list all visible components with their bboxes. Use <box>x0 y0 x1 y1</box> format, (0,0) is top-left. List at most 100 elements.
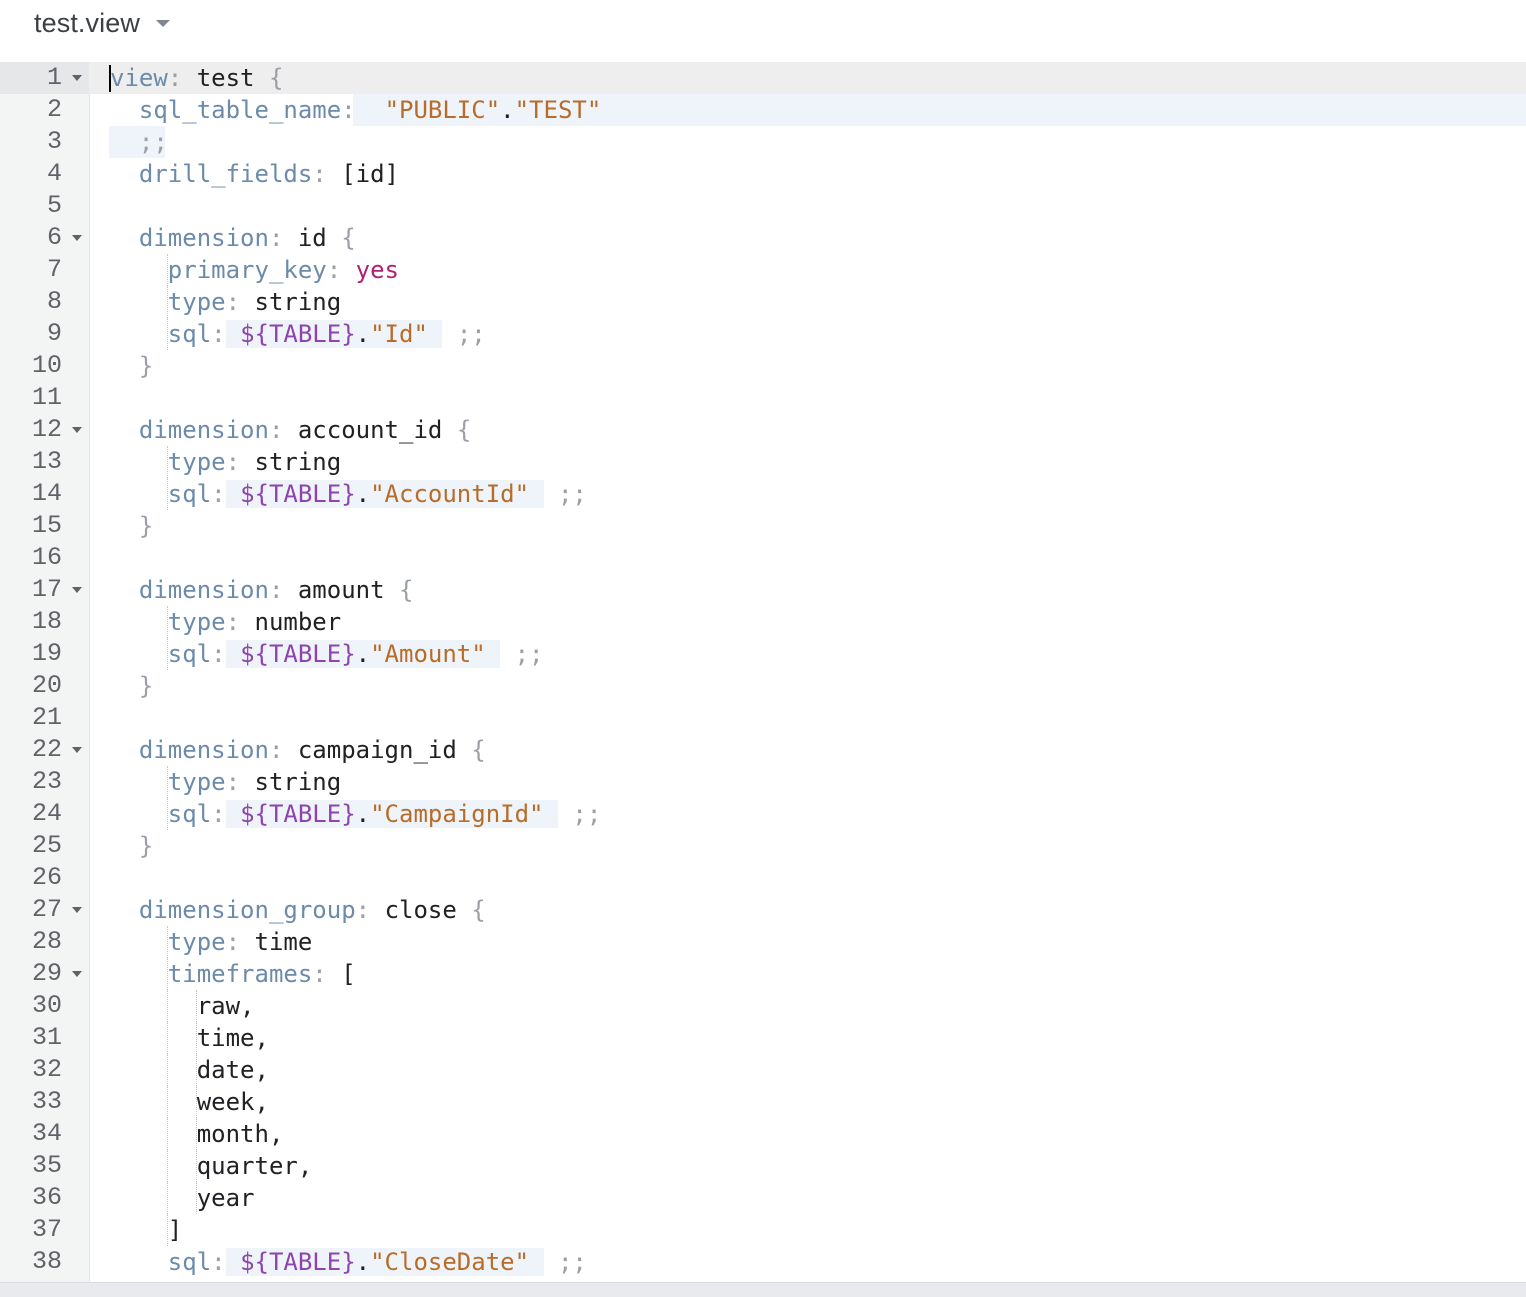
code-line[interactable]: 24 sql: ${TABLE}."CampaignId" ;; <box>0 798 1526 830</box>
code-token: . <box>355 320 371 348</box>
caret-down-icon[interactable] <box>155 19 170 27</box>
code-line[interactable]: 25 } <box>0 830 1526 862</box>
code-text[interactable]: ] <box>110 1214 182 1246</box>
code-text[interactable]: sql: ${TABLE}."Id" ;; <box>110 318 486 350</box>
code-text[interactable]: time, <box>110 1022 269 1054</box>
line-number: 5 <box>46 191 62 220</box>
code-text[interactable]: } <box>110 830 153 862</box>
code-token <box>225 320 241 348</box>
fold-toggle-icon[interactable] <box>72 587 82 593</box>
code-line[interactable]: 5 <box>0 190 1526 222</box>
code-line[interactable]: 7 primary_key: yes <box>0 254 1526 286</box>
code-text[interactable]: timeframes: [ <box>110 958 356 990</box>
code-text[interactable]: quarter, <box>110 1150 313 1182</box>
code-text[interactable]: dimension_group: close { <box>110 894 486 926</box>
code-text[interactable]: view: test { <box>110 62 283 94</box>
line-number: 37 <box>31 1215 62 1244</box>
code-line[interactable]: 37 ] <box>0 1214 1526 1246</box>
code-text[interactable]: raw, <box>110 990 255 1022</box>
code-line[interactable]: 20 } <box>0 670 1526 702</box>
code-line[interactable]: 36 year <box>0 1182 1526 1214</box>
fold-toggle-icon[interactable] <box>72 971 82 977</box>
code-text[interactable]: dimension: amount { <box>110 574 414 606</box>
editor-header: test.view <box>0 0 1526 62</box>
code-text[interactable]: sql: ${TABLE}."CampaignId" ;; <box>110 798 601 830</box>
code-text[interactable]: sql_table_name: "PUBLIC"."TEST" <box>110 94 601 126</box>
code-text[interactable]: sql: ${TABLE}."Amount" ;; <box>110 638 544 670</box>
code-text[interactable]: dimension: account_id { <box>110 414 471 446</box>
code-text[interactable]: } <box>110 670 153 702</box>
code-text[interactable]: type: time <box>110 926 313 958</box>
code-line[interactable]: 14 sql: ${TABLE}."AccountId" ;; <box>0 478 1526 510</box>
code-line[interactable]: 35 quarter, <box>0 1150 1526 1182</box>
code-line[interactable]: 26 <box>0 862 1526 894</box>
code-text[interactable]: } <box>110 510 153 542</box>
horizontal-scrollbar[interactable] <box>0 1282 1526 1297</box>
code-line[interactable]: 15 } <box>0 510 1526 542</box>
code-token: month, <box>110 1120 284 1148</box>
code-text[interactable]: dimension: campaign_id { <box>110 734 486 766</box>
line-number: 15 <box>31 511 62 540</box>
code-line[interactable]: 13 type: string <box>0 446 1526 478</box>
code-text[interactable]: type: string <box>110 446 341 478</box>
code-token: sql <box>167 320 212 348</box>
code-text[interactable]: sql: ${TABLE}."AccountId" ;; <box>110 478 587 510</box>
code-line[interactable]: 11 <box>0 382 1526 414</box>
fold-toggle-icon[interactable] <box>72 235 82 241</box>
code-line[interactable]: 16 <box>0 542 1526 574</box>
code-line[interactable]: 4 drill_fields: [id] <box>0 158 1526 190</box>
code-text[interactable]: type: string <box>110 766 341 798</box>
code-token: : <box>225 448 255 476</box>
code-editor[interactable]: 1 view: test {2 sql_table_name: "PUBLIC".… <box>0 62 1526 1282</box>
code-text[interactable]: drill_fields: [id] <box>110 158 399 190</box>
code-text[interactable]: sql: ${TABLE}."CloseDate" ;; <box>110 1246 587 1278</box>
fold-toggle-icon[interactable] <box>72 427 82 433</box>
code-line[interactable]: 9 sql: ${TABLE}."Id" ;; <box>0 318 1526 350</box>
fold-toggle-icon[interactable] <box>72 907 82 913</box>
code-token: [ <box>341 960 356 988</box>
code-line[interactable]: 22 dimension: campaign_id { <box>0 734 1526 766</box>
code-line[interactable]: 8 type: string <box>0 286 1526 318</box>
line-number: 22 <box>31 735 62 764</box>
code-line[interactable]: 10 } <box>0 350 1526 382</box>
fold-toggle-icon[interactable] <box>72 747 82 753</box>
code-line[interactable]: 23 type: string <box>0 766 1526 798</box>
code-line[interactable]: 3 ;; <box>0 126 1526 158</box>
code-line[interactable]: 27 dimension_group: close { <box>0 894 1526 926</box>
code-line[interactable]: 12 dimension: account_id { <box>0 414 1526 446</box>
code-text[interactable]: ;; <box>110 126 168 158</box>
fold-toggle-icon[interactable] <box>72 75 82 81</box>
code-text[interactable]: type: string <box>110 286 341 318</box>
code-text[interactable]: } <box>110 350 153 382</box>
code-text[interactable]: dimension: id { <box>110 222 356 254</box>
code-line[interactable]: 17 dimension: amount { <box>0 574 1526 606</box>
code-line[interactable]: 21 <box>0 702 1526 734</box>
code-token: ;; <box>557 480 587 508</box>
code-line[interactable]: 29 timeframes: [ <box>0 958 1526 990</box>
code-line[interactable]: 2 sql_table_name: "PUBLIC"."TEST" <box>0 94 1526 126</box>
code-line[interactable]: 38 sql: ${TABLE}."CloseDate" ;; <box>0 1246 1526 1278</box>
code-line[interactable]: 1 view: test { <box>0 62 1526 94</box>
code-line[interactable]: 6 dimension: id { <box>0 222 1526 254</box>
code-text[interactable]: week, <box>110 1086 269 1118</box>
code-line[interactable]: 30 raw, <box>0 990 1526 1022</box>
code-text[interactable]: year <box>110 1182 255 1214</box>
code-line[interactable]: 32 date, <box>0 1054 1526 1086</box>
code-line[interactable]: 31 time, <box>0 1022 1526 1054</box>
code-token: . <box>500 96 515 124</box>
code-text[interactable]: primary_key: yes <box>110 254 399 286</box>
code-line[interactable]: 28 type: time <box>0 926 1526 958</box>
file-tab[interactable]: test.view <box>34 6 170 40</box>
code-text[interactable]: date, <box>110 1054 269 1086</box>
text-cursor <box>109 65 111 92</box>
code-text[interactable]: type: number <box>110 606 341 638</box>
code-line[interactable]: 33 week, <box>0 1086 1526 1118</box>
code-line[interactable]: 19 sql: ${TABLE}."Amount" ;; <box>0 638 1526 670</box>
code-line[interactable]: 34 month, <box>0 1118 1526 1150</box>
code-text[interactable]: month, <box>110 1118 284 1150</box>
line-number: 21 <box>31 703 62 732</box>
code-line[interactable]: 18 type: number <box>0 606 1526 638</box>
